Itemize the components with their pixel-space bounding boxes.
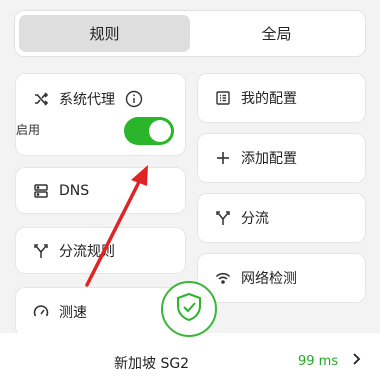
plus-icon (215, 150, 231, 166)
add-config-label: 添加配置 (241, 151, 297, 167)
add-config-card[interactable]: 添加配置 (197, 133, 366, 183)
server-icon (33, 183, 49, 199)
system-proxy-card: 系统代理 (15, 73, 186, 156)
enable-label: 启用 (16, 123, 41, 137)
network-check-label: 网络检测 (241, 271, 297, 287)
chevron-right-icon[interactable] (351, 351, 363, 371)
mode-switch: 规则 全局 (14, 10, 366, 57)
system-proxy-toggle[interactable] (124, 117, 174, 145)
wifi-icon (215, 270, 231, 286)
connect-button[interactable] (161, 281, 217, 337)
split-card[interactable]: 分流 (197, 193, 366, 243)
mode-rule-button[interactable]: 规则 (19, 15, 190, 52)
my-config-card[interactable]: 我的配置 (197, 73, 366, 123)
system-proxy-label: 系统代理 (59, 92, 115, 108)
dns-label: DNS (59, 182, 90, 199)
dns-card[interactable]: DNS (15, 167, 186, 214)
my-config-label: 我的配置 (241, 91, 297, 107)
split-label: 分流 (241, 211, 269, 227)
list-icon (215, 90, 231, 106)
node-latency: 99 ms (298, 354, 339, 369)
node-name: 新加坡 SG2 (114, 356, 190, 372)
split-rules-label: 分流规则 (59, 243, 115, 260)
info-icon[interactable] (125, 90, 143, 108)
speedometer-icon (33, 304, 49, 320)
split-rules-card[interactable]: 分流规则 (15, 227, 186, 274)
node-bar[interactable]: 新加坡 SG2 99 ms (0, 333, 380, 389)
speed-test-label: 测速 (59, 305, 87, 321)
network-check-card[interactable]: 网络检测 (197, 253, 366, 303)
mode-global-button[interactable]: 全局 (191, 15, 362, 52)
fork-icon (215, 210, 231, 226)
toggle-knob (149, 120, 171, 142)
shield-check-icon (175, 292, 203, 326)
fork-icon (33, 243, 49, 259)
shuffle-icon (33, 91, 49, 107)
